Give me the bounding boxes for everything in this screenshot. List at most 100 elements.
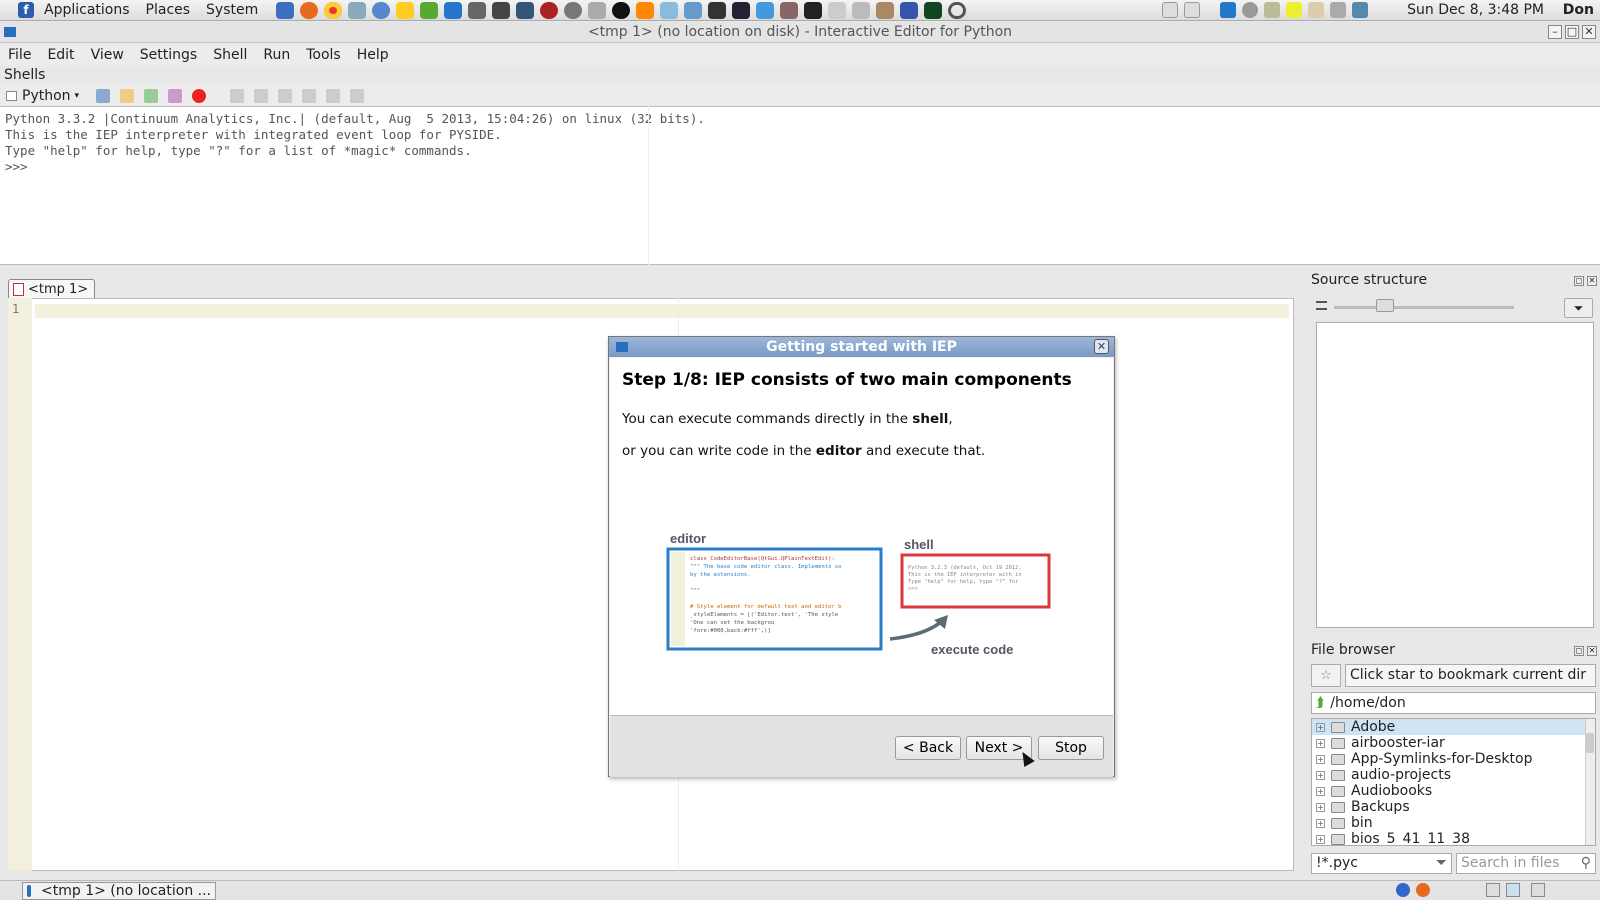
undock-icon[interactable]: ◻ (1574, 646, 1584, 656)
thunderbird-icon[interactable] (276, 1, 295, 19)
search-icon[interactable] (948, 1, 967, 19)
menu-run[interactable]: Run (255, 44, 298, 66)
chevron-down-icon[interactable]: ▾ (75, 91, 80, 101)
vlc-icon[interactable] (636, 1, 655, 19)
expand-icon[interactable]: + (1316, 754, 1325, 764)
new-shell-icon[interactable] (96, 89, 111, 103)
menu-view[interactable]: View (83, 44, 132, 66)
workspace-3-icon[interactable] (1531, 883, 1545, 897)
list-item[interactable]: + audio-projects (1312, 767, 1595, 783)
debug-step-out-icon[interactable] (302, 89, 317, 103)
expand-icon[interactable]: + (1316, 722, 1325, 732)
file-list[interactable]: + Adobe + airbooster-iar + App-Symlinks-for… (1311, 718, 1596, 846)
paste-icon[interactable] (1308, 2, 1324, 18)
expand-icon[interactable]: + (1316, 786, 1325, 796)
check-icon[interactable] (1286, 2, 1302, 18)
menu-help[interactable]: Help (349, 44, 397, 66)
list-item[interactable]: + Backups (1312, 799, 1595, 815)
panel-menu-places[interactable]: Places (138, 2, 199, 18)
mail-icon[interactable] (1264, 2, 1280, 18)
gnome-foot-icon[interactable]: f (18, 2, 34, 18)
volume-icon[interactable] (1330, 2, 1346, 18)
stop-button[interactable]: Stop (1038, 736, 1104, 760)
at-icon[interactable] (612, 1, 631, 19)
arrow-icon[interactable] (756, 1, 775, 19)
expand-icon[interactable]: + (1316, 770, 1325, 780)
close-panel-icon[interactable]: ✕ (1587, 646, 1597, 656)
debug-stop-icon[interactable] (230, 89, 245, 103)
expand-icon[interactable]: + (1316, 802, 1325, 812)
monitor-graph-icon[interactable] (924, 1, 943, 19)
menu-file[interactable]: File (0, 44, 39, 66)
back-button[interactable]: < Back (895, 736, 961, 760)
menu-settings[interactable]: Settings (132, 44, 205, 66)
clipboard-icon[interactable] (1184, 2, 1200, 18)
workspace-1-icon[interactable] (1486, 883, 1500, 897)
debug-clear-icon[interactable] (326, 89, 341, 103)
level-slider-track[interactable] (1334, 306, 1514, 309)
cube-icon[interactable] (420, 1, 439, 19)
expand-icon[interactable]: + (1316, 834, 1325, 844)
expand-icon[interactable]: + (1316, 818, 1325, 828)
clear-shell-icon[interactable] (168, 89, 183, 103)
path-input[interactable]: ⮭ /home/don (1311, 692, 1596, 714)
terminal-icon[interactable] (732, 1, 751, 19)
shell-output[interactable]: Python 3.3.2 |Continuum Analytics, Inc.|… (0, 106, 1600, 265)
firefox-tray-icon[interactable] (1416, 883, 1430, 897)
close-panel-icon[interactable]: ✕ (1587, 276, 1597, 286)
hammer-icon[interactable] (876, 1, 895, 19)
chrome-tray-icon[interactable] (1396, 883, 1410, 897)
workspace-icon[interactable] (1162, 2, 1178, 18)
scrollbar-thumb[interactable] (1586, 733, 1594, 753)
debug-step-in-icon[interactable] (278, 89, 293, 103)
binary-icon[interactable] (828, 1, 847, 19)
menu-tools[interactable]: Tools (298, 44, 349, 66)
globe-icon[interactable] (372, 1, 391, 19)
maximize-icon[interactable]: □ (1565, 25, 1579, 39)
panel-menu-system[interactable]: System (198, 2, 266, 18)
pointer-icon[interactable] (900, 1, 919, 19)
list-item[interactable]: + App-Symlinks-for-Desktop (1312, 751, 1595, 767)
panel-user[interactable]: Don (1563, 2, 1594, 18)
debug-step-icon[interactable] (254, 89, 269, 103)
camera-icon[interactable] (492, 1, 511, 19)
archive-icon[interactable] (780, 1, 799, 19)
expand-icon[interactable]: + (1316, 738, 1325, 748)
bookmark-select[interactable]: Click star to bookmark current dir (1345, 664, 1596, 687)
panel-clock[interactable]: Sun Dec 8, 3:48 PM (1407, 2, 1544, 18)
source-structure-tree[interactable] (1316, 322, 1594, 628)
list-item[interactable]: + bin (1312, 815, 1595, 831)
search-in-files-input[interactable]: Search in files ⚲ (1456, 853, 1596, 874)
network-icon[interactable] (588, 1, 607, 19)
writer-icon[interactable] (660, 1, 679, 19)
window-icon[interactable] (516, 1, 535, 19)
filter-icon[interactable]: ⏷ (1564, 298, 1593, 318)
magnifier-icon[interactable] (852, 1, 871, 19)
network-tray-icon[interactable] (1352, 2, 1368, 18)
edit-shell-icon[interactable] (120, 89, 135, 103)
up-folder-icon[interactable]: ⮭ (1316, 695, 1324, 711)
list-item[interactable]: + Adobe (1312, 719, 1595, 735)
settings-icon[interactable] (348, 1, 367, 19)
restart-shell-icon[interactable] (144, 89, 159, 103)
notes-icon[interactable] (396, 1, 415, 19)
star-icon[interactable]: ☆ (1311, 664, 1341, 687)
sync-icon[interactable] (1242, 2, 1258, 18)
swirl-icon[interactable] (444, 1, 463, 19)
menu-edit[interactable]: Edit (39, 44, 82, 66)
console-icon[interactable] (804, 1, 823, 19)
file-filter-input[interactable]: !*.pyc ⏷ (1311, 853, 1452, 874)
filter-icon[interactable]: ⏷ (1436, 855, 1447, 871)
close-window-icon[interactable]: ✕ (1582, 25, 1596, 39)
undock-icon[interactable]: ◻ (1574, 276, 1584, 286)
menu-shell[interactable]: Shell (205, 44, 255, 66)
firefox-icon[interactable] (300, 1, 319, 19)
terminate-icon[interactable] (192, 89, 207, 103)
minimize-icon[interactable]: – (1548, 25, 1562, 39)
media-icon[interactable] (540, 1, 559, 19)
level-slider-handle[interactable] (1376, 299, 1394, 312)
shell-tab-python[interactable]: Python ▾ (6, 88, 79, 104)
close-icon[interactable]: ✕ (1094, 339, 1109, 354)
panel-menu-applications[interactable]: Applications (36, 2, 138, 18)
search-icon[interactable]: ⚲ (1581, 855, 1591, 871)
